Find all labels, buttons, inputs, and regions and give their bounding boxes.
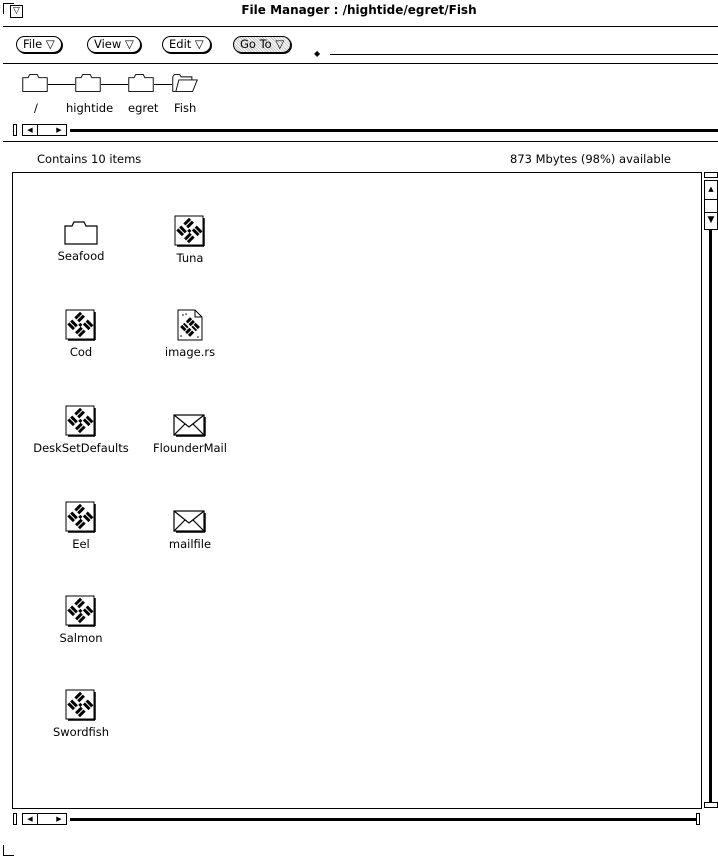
file-item-swordfish[interactable]: Swordfish xyxy=(26,689,136,739)
sun-document-icon xyxy=(65,595,97,627)
mail-envelope-icon xyxy=(173,507,207,533)
path-label-root[interactable]: / xyxy=(34,101,38,115)
file-item-image-rs[interactable]: image.rs xyxy=(135,309,245,359)
file-item-seafood[interactable]: Seafood xyxy=(26,221,136,263)
file-item-desksetdefaults[interactable]: DeskSetDefaults xyxy=(26,405,136,455)
window-menu-button[interactable]: ▽ xyxy=(10,5,23,18)
file-label: image.rs xyxy=(164,345,216,359)
pane-scrollbar-elevator[interactable]: ◀ ▶ xyxy=(22,813,67,825)
sun-document-icon xyxy=(65,501,97,533)
window-title: File Manager : /hightide/egret/Fish xyxy=(241,3,477,17)
sun-document-icon xyxy=(65,689,97,721)
path-scrollbar-start-cable[interactable] xyxy=(13,124,17,136)
file-item-cod[interactable]: Cod xyxy=(26,309,136,359)
sun-document-icon xyxy=(65,405,97,437)
path-connector xyxy=(48,84,75,85)
edit-menu-button[interactable]: Edit ▽ xyxy=(162,36,211,53)
file-label: Salmon xyxy=(59,631,103,645)
goto-menu-button[interactable]: Go To ▽ xyxy=(233,36,292,53)
file-item-mailfile[interactable]: mailfile xyxy=(135,507,245,551)
path-connector xyxy=(154,84,172,85)
file-label: Eel xyxy=(72,537,90,551)
file-label: Swordfish xyxy=(52,725,110,739)
path-connector xyxy=(101,84,128,85)
path-scrollbar-elevator[interactable]: ◀ ▶ xyxy=(22,124,67,136)
path-label-egret[interactable]: egret xyxy=(128,101,158,115)
scroll-left-icon[interactable]: ◀ xyxy=(23,125,38,135)
window-corner-bottom-left xyxy=(3,845,14,856)
pane-scrollbar-start-cable[interactable] xyxy=(13,813,17,825)
pane-scrollbar-end-cable[interactable] xyxy=(696,813,700,825)
path-label-fish[interactable]: Fish xyxy=(174,101,196,115)
file-item-eel[interactable]: Eel xyxy=(26,501,136,551)
menubar-divider xyxy=(3,63,718,64)
file-label: Seafood xyxy=(57,249,105,263)
vertical-scrollbar-track[interactable] xyxy=(709,230,712,802)
scroll-drag-handle[interactable] xyxy=(705,200,717,213)
pane-scrollbar-track[interactable] xyxy=(70,818,696,821)
path-folder-root-icon[interactable] xyxy=(22,72,48,94)
scroll-left-icon[interactable]: ◀ xyxy=(23,814,38,824)
vertical-scrollbar-bottom-cable[interactable] xyxy=(704,802,718,808)
file-label: DeskSetDefaults xyxy=(33,441,129,455)
file-label: Cod xyxy=(69,345,93,359)
path-folder-egret-icon[interactable] xyxy=(128,72,154,94)
vertical-scrollbar-top-cable[interactable] xyxy=(704,172,718,178)
goto-diamond-icon: ◆ xyxy=(314,49,321,58)
titlebar-divider xyxy=(3,26,718,27)
disk-space: 873 Mbytes (98%) available xyxy=(510,152,671,166)
vertical-scrollbar-elevator[interactable]: ▲ ▼ xyxy=(704,180,718,230)
item-count: Contains 10 items xyxy=(37,152,142,166)
file-item-salmon[interactable]: Salmon xyxy=(26,595,136,645)
folder-icon xyxy=(64,221,98,245)
scroll-right-icon[interactable]: ▶ xyxy=(52,125,66,135)
file-item-floundermail[interactable]: FlounderMail xyxy=(135,411,245,455)
file-label: FlounderMail xyxy=(153,441,227,455)
file-label: mailfile xyxy=(168,537,212,551)
sun-document-icon xyxy=(174,215,206,247)
scroll-down-icon[interactable]: ▼ xyxy=(705,213,717,227)
path-label-hightide[interactable]: hightide xyxy=(66,101,113,115)
path-folder-fish-open-icon[interactable] xyxy=(172,72,198,94)
path-folder-hightide-icon[interactable] xyxy=(75,72,101,94)
scroll-up-icon[interactable]: ▲ xyxy=(705,181,717,200)
mail-envelope-icon xyxy=(173,411,207,437)
raster-image-icon xyxy=(174,309,206,341)
sun-document-icon xyxy=(65,309,97,341)
path-scrollbar-track[interactable] xyxy=(70,129,718,132)
file-pane[interactable]: Seafood Cod DeskSetDefaults Eel Salmon S… xyxy=(12,172,702,809)
goto-path-field[interactable] xyxy=(330,54,718,55)
view-menu-button[interactable]: View ▽ xyxy=(87,36,141,53)
path-divider xyxy=(3,141,718,142)
file-item-tuna[interactable]: Tuna xyxy=(135,215,245,265)
file-menu-button[interactable]: File ▽ xyxy=(16,36,62,53)
scroll-right-icon[interactable]: ▶ xyxy=(52,814,66,824)
file-label: Tuna xyxy=(176,251,204,265)
